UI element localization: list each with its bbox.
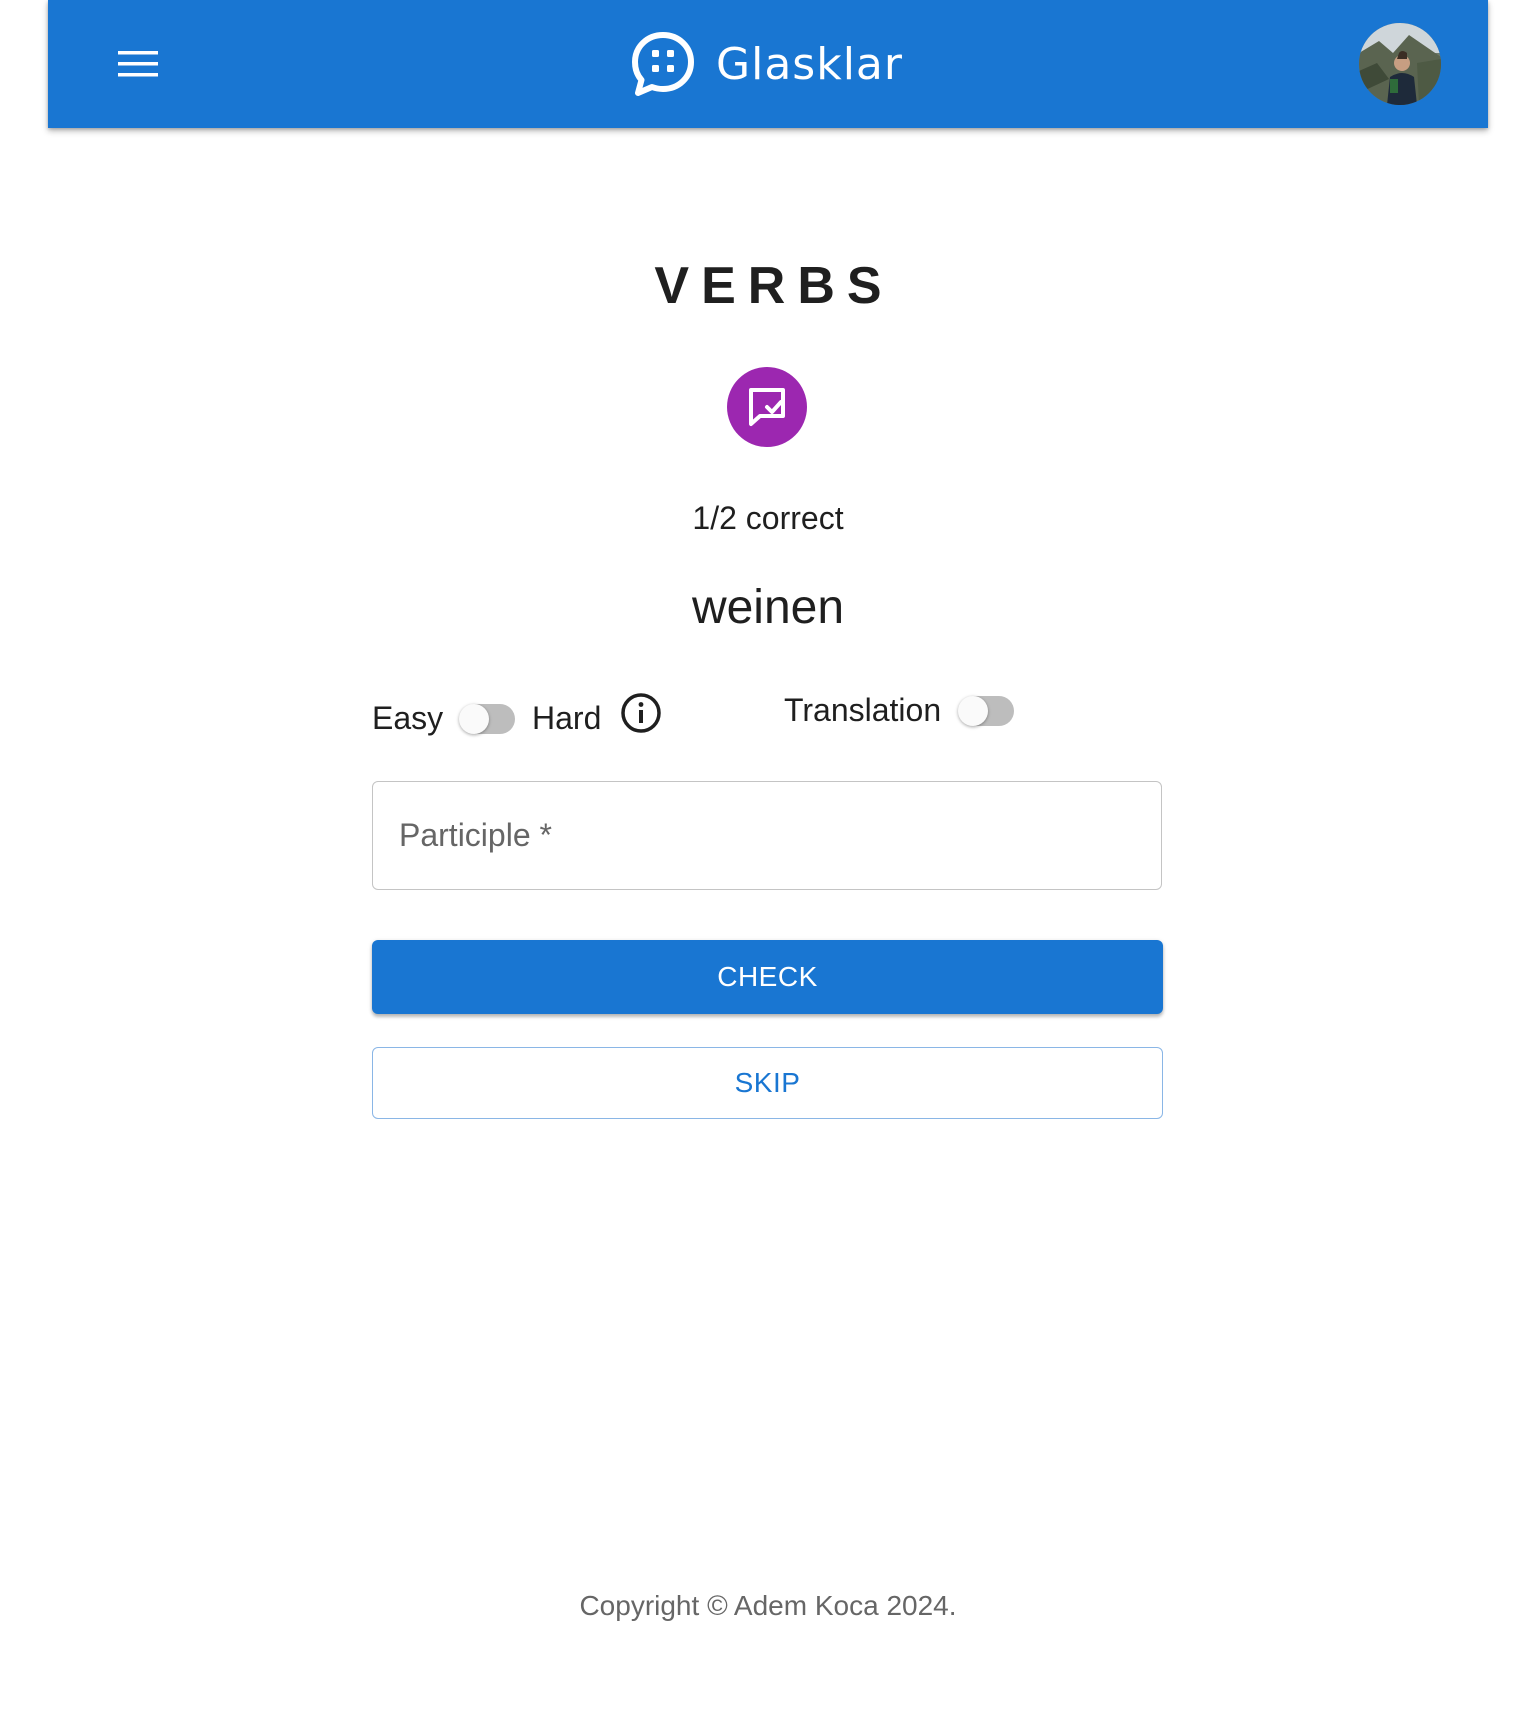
translation-switch[interactable] [958,694,1016,728]
score-text: 1/2 correct [692,500,844,536]
footer-copyright: Copyright © Adem Koca 2024. [579,1590,957,1621]
app-bar: Glasklar [48,0,1488,128]
translation-label: Translation [784,692,942,728]
hard-label: Hard [532,700,602,736]
difficulty-switch-thumb [459,704,489,734]
difficulty-switch[interactable] [459,702,517,736]
user-avatar[interactable] [1359,23,1441,105]
brand-logo[interactable]: Glasklar [628,28,903,100]
translation-switch-thumb [958,696,988,726]
info-icon [621,693,661,733]
skip-button[interactable]: SKIP [372,1047,1163,1119]
difficulty-info-button[interactable] [620,692,662,739]
page-title: VERBS [654,257,894,315]
easy-label: Easy [372,700,444,736]
quiz-check-icon [749,388,785,426]
chat-bubble-icon [632,32,694,96]
quiz-badge [727,367,807,447]
avatar-photo [1359,23,1441,105]
options-row: Easy Hard Translation [372,690,1164,750]
menu-icon [118,51,158,77]
participle-field [372,781,1162,890]
menu-button[interactable] [114,40,162,88]
check-button[interactable]: CHECK [372,940,1163,1014]
brand-name: Glasklar [716,38,903,90]
participle-input[interactable] [373,782,1161,889]
current-word: weinen [691,581,845,634]
